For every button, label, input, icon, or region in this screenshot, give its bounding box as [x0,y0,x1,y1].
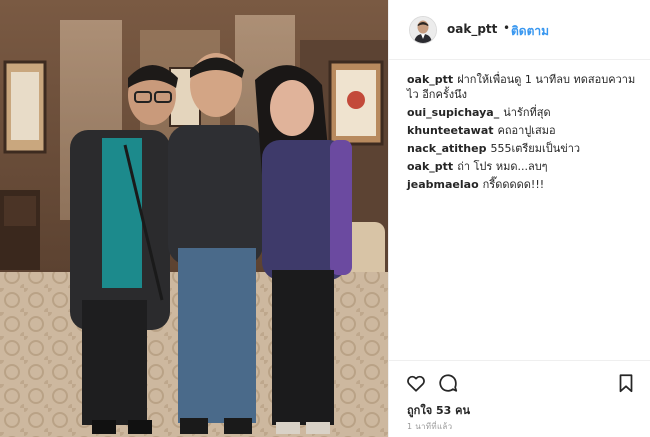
speech-bubble-icon[interactable] [437,372,459,394]
comment-username[interactable]: jeabmaelao [407,178,479,191]
comment-item: nack_atithep 555เตรียมเป็นข่าว [407,141,639,156]
comment-item: khunteetawat คถอาปูเสมอ [407,123,639,138]
separator-dot: • [503,21,511,35]
post-photo[interactable] [0,0,388,437]
follow-button[interactable]: ติดตาม [511,22,549,41]
comment-item: jeabmaelao กรี๊ดดดดด!!! [407,177,639,192]
avatar-image [410,17,436,43]
post-username[interactable]: oak_ptt [447,22,497,36]
comment-item: oui_supichaya_ น่ารักที่สุด [407,105,639,120]
comment-username[interactable]: oak_ptt [407,73,453,86]
comment-username[interactable]: oak_ptt [407,160,453,173]
post-photo-image [0,0,388,437]
comment-text: น่ารักที่สุด [503,106,551,119]
comment-list: oak_ptt ฝากให้เพื่อนดู 1 นาทีลบ ทดสอบความ… [407,72,639,195]
avatar[interactable] [409,16,437,44]
comment-username[interactable]: oui_supichaya_ [407,106,499,119]
comment-username[interactable]: nack_atithep [407,142,486,155]
post-timestamp: 1 นาทีที่แล้ว [407,422,453,431]
comment-username[interactable]: khunteetawat [407,124,494,137]
comment-item: oak_ptt ถ่า โปร หมด...ลบๆ [407,159,639,174]
comment-text: ถ่า โปร หมด...ลบๆ [457,160,548,173]
post-header: oak_ptt • ติดตาม [389,0,650,60]
comment-text: 555เตรียมเป็นข่าว [490,142,581,155]
instagram-post-view: oak_ptt • ติดตาม oak_ptt ฝากให้เพื่อนดู 1… [0,0,650,437]
post-actions: ถูกใจ 53 คน 1 นาทีที่แล้ว [389,360,650,437]
like-count[interactable]: ถูกใจ 53 คน [407,401,470,419]
post-side-panel: oak_ptt • ติดตาม oak_ptt ฝากให้เพื่อนดู 1… [388,0,650,437]
comment-text: กรี๊ดดดดด!!! [482,178,545,191]
comment-text: คถอาปูเสมอ [497,124,556,137]
comment-item: oak_ptt ฝากให้เพื่อนดู 1 นาทีลบ ทดสอบความ… [407,72,639,102]
heart-icon[interactable] [405,372,427,394]
bookmark-icon[interactable] [615,372,637,394]
